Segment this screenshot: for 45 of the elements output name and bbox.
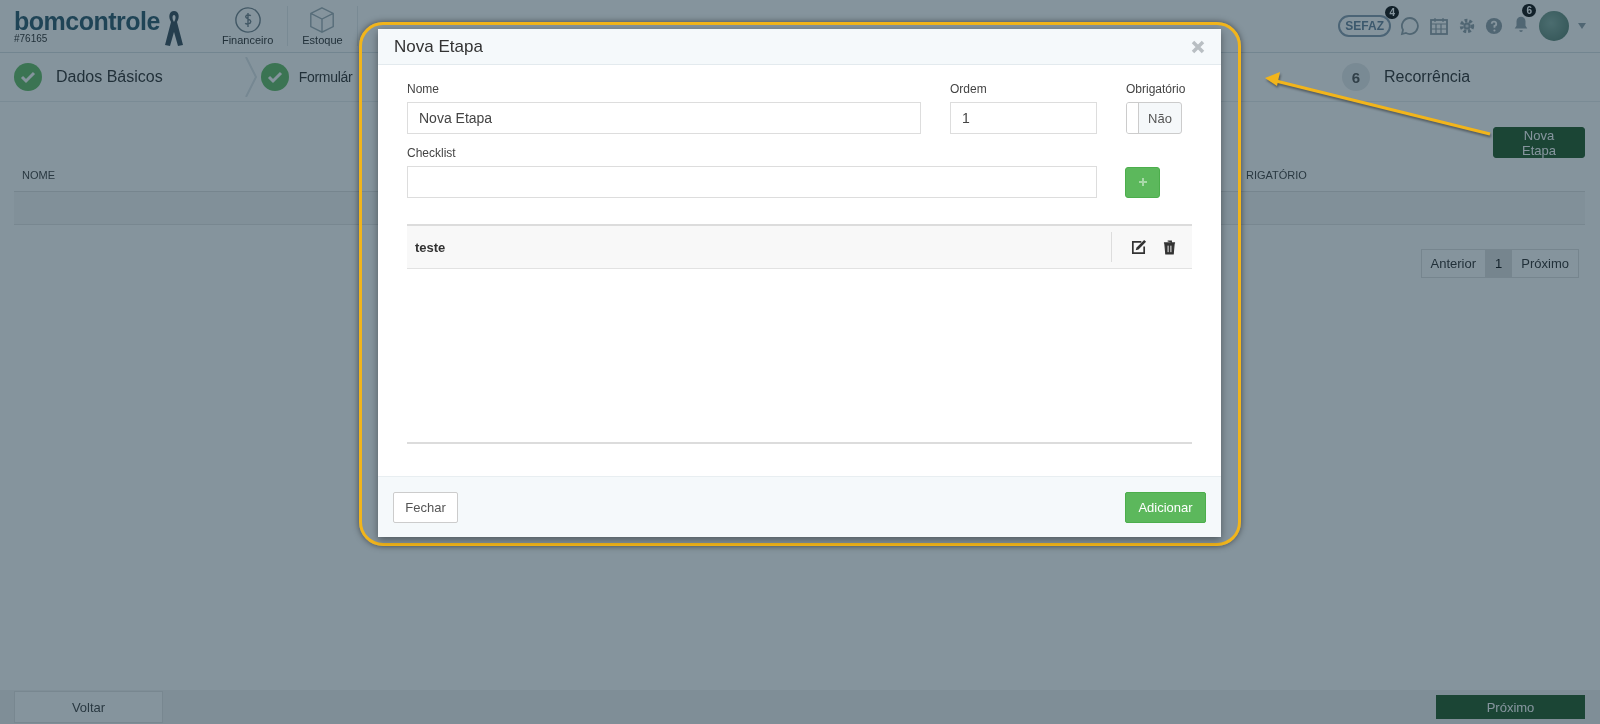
close-button[interactable]: Fechar: [393, 491, 458, 523]
step-number: 6: [1342, 63, 1370, 91]
logo[interactable]: bomcontrole: [14, 8, 160, 34]
back-button[interactable]: Voltar: [14, 691, 163, 723]
new-stage-button[interactable]: Nova Etapa: [1493, 127, 1585, 158]
previous-button[interactable]: Anterior: [1420, 249, 1487, 278]
add-item-button[interactable]: [1125, 166, 1160, 198]
field-label: Nome: [407, 82, 440, 96]
column-header: RIGATÓRIO: [1246, 168, 1307, 181]
step-label[interactable]: Recorrência: [1384, 68, 1471, 86]
bell-icon[interactable]: [1512, 14, 1530, 34]
count-badge: 6: [1522, 4, 1536, 17]
account-number: #76165: [14, 33, 49, 44]
dialog-title: Nova Etapa: [394, 36, 483, 57]
checklist-field[interactable]: [407, 166, 1097, 198]
chat-icon[interactable]: [1400, 16, 1420, 36]
dollar-icon: [233, 6, 262, 34]
nav-item[interactable]: Estoque: [288, 6, 358, 46]
calendar-icon[interactable]: [1429, 16, 1449, 36]
trash-icon[interactable]: [1163, 239, 1176, 255]
order-field[interactable]: 1: [950, 102, 1097, 134]
page-button[interactable]: 1: [1485, 249, 1513, 278]
field-label: Checklist: [407, 146, 457, 160]
nav-item[interactable]: Financeiro: [207, 6, 289, 46]
field-label: Ordem: [950, 82, 988, 96]
next-button[interactable]: Próximo: [1511, 249, 1579, 278]
caret-icon[interactable]: [1578, 23, 1586, 29]
next-button[interactable]: Próximo: [1436, 695, 1585, 719]
count-badge: 4: [1385, 6, 1399, 19]
step-label[interactable]: Formulár: [298, 69, 353, 85]
edit-icon[interactable]: [1130, 238, 1147, 256]
ribbon-icon: [163, 9, 184, 49]
sefaz-button[interactable]: SEFAZ: [1338, 15, 1391, 37]
name-field[interactable]: Nova Etapa: [407, 102, 921, 134]
column-header: NOME: [22, 168, 55, 181]
checklist-item: teste: [415, 239, 447, 255]
step-label[interactable]: Dados Básicos: [56, 68, 163, 86]
help-icon[interactable]: [1485, 17, 1503, 35]
plus-icon: [1137, 177, 1148, 187]
close-icon[interactable]: [1191, 39, 1205, 54]
required-toggle[interactable]: Não: [1126, 102, 1182, 134]
settings-icon[interactable]: [1458, 17, 1476, 35]
add-button[interactable]: Adicionar: [1125, 491, 1206, 523]
box-icon: [308, 6, 337, 34]
avatar[interactable]: [1539, 11, 1569, 41]
